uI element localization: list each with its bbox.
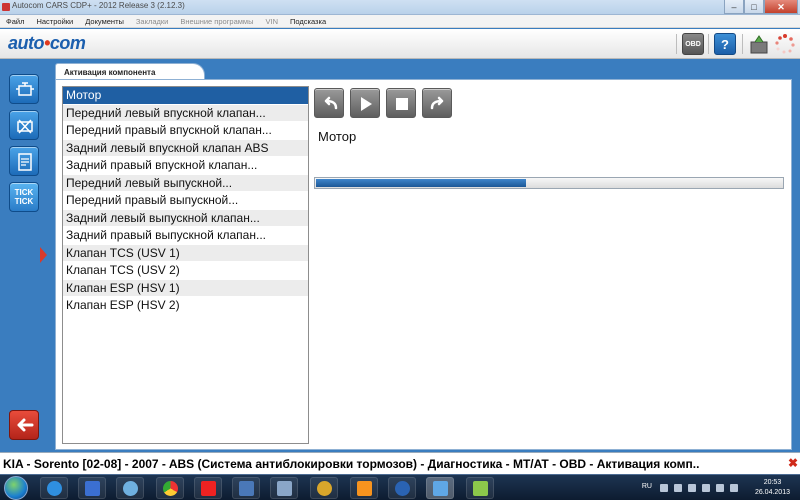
tray-network-icon[interactable] (716, 484, 724, 492)
taskbar-app-icon[interactable] (232, 477, 260, 499)
redo-button[interactable] (422, 88, 452, 118)
tray-volume-icon[interactable] (730, 484, 738, 492)
component-list-item[interactable]: Задний правый выпускной клапан... (63, 227, 308, 245)
maximize-button[interactable]: □ (744, 0, 764, 14)
sidebar-erase-button[interactable] (9, 110, 39, 140)
menu-vin[interactable]: VIN (265, 17, 278, 26)
play-button[interactable] (350, 88, 380, 118)
stop-icon (396, 98, 408, 110)
component-list-item[interactable]: Клапан TCS (USV 1) (63, 244, 308, 262)
help-icon[interactable]: ? (714, 33, 736, 55)
minimize-button[interactable]: – (724, 0, 744, 14)
activation-progress-bar (314, 177, 784, 189)
taskbar-autocom-icon[interactable] (426, 477, 454, 499)
autocom-logo: auto•com (8, 33, 86, 53)
active-indicator-arrow (40, 247, 47, 263)
component-list-item[interactable]: Клапан ESP (HSV 1) (63, 279, 308, 297)
component-list-item[interactable]: Клапан ESP (HSV 2) (63, 297, 308, 315)
taskbar-app-icon[interactable] (388, 477, 416, 499)
taskbar-app-icon[interactable] (310, 477, 338, 499)
toolbar-separator (708, 34, 709, 54)
menu-file[interactable]: Файл (6, 17, 24, 26)
tray-icon[interactable] (674, 484, 682, 492)
sidebar-engine-button[interactable] (9, 74, 39, 104)
store-icon[interactable] (748, 33, 770, 55)
toolbar: auto•com OBD ? (0, 29, 800, 59)
taskbar-yandex-icon[interactable] (194, 477, 222, 499)
component-list-item[interactable]: Задний левый впускной клапан ABS (63, 139, 308, 157)
engine-erase-icon (17, 119, 33, 134)
component-list-item[interactable]: Задний правый впускной клапан... (63, 157, 308, 175)
menu-documents[interactable]: Документы (85, 17, 124, 26)
component-list-item[interactable]: Клапан TCS (USV 2) (63, 262, 308, 280)
status-breadcrumb: KIA - Sorento [02-08] - 2007 - ABS (Сист… (3, 457, 700, 471)
close-button[interactable]: ✕ (764, 0, 798, 14)
taskbar-clock[interactable]: 20:53 26.04.2013 (755, 478, 790, 498)
back-button[interactable] (9, 410, 39, 440)
start-button[interactable] (4, 476, 28, 500)
component-list-item[interactable]: Задний левый выпускной клапан... (63, 209, 308, 227)
menu-help[interactable]: Подсказка (290, 17, 326, 26)
play-icon (361, 97, 372, 111)
component-list-item[interactable]: Передний левый впускной клапан... (63, 104, 308, 122)
status-bar: KIA - Sorento [02-08] - 2007 - ABS (Сист… (0, 452, 800, 474)
language-indicator[interactable]: RU (642, 483, 652, 490)
playback-controls (314, 88, 458, 118)
tick-tick-label: TICK TICK (14, 188, 34, 206)
taskbar-chrome-icon[interactable] (156, 477, 184, 499)
back-arrow-icon (17, 418, 34, 432)
undo-icon (324, 96, 338, 110)
menu-settings[interactable]: Настройки (36, 17, 73, 26)
title-bar: Autocom CARS CDP+ - 2012 Release 3 (2.12… (0, 0, 800, 15)
toolbar-separator (742, 34, 743, 54)
tray-icon[interactable] (688, 484, 696, 492)
busy-spinner-icon (774, 33, 796, 55)
taskbar-app-icon[interactable] (466, 477, 494, 499)
taskbar-ie-icon[interactable] (40, 477, 68, 499)
selected-component-name: Мотор (318, 129, 357, 144)
taskbar-media-icon[interactable] (78, 477, 106, 499)
menu-bookmarks[interactable]: Закладки (136, 17, 168, 26)
data-sheet-icon (18, 153, 32, 171)
engine-icon (16, 82, 34, 96)
sidebar-data-button[interactable] (9, 146, 39, 176)
progress-fill (316, 179, 526, 187)
component-list-item[interactable]: Передний правый выпускной... (63, 192, 308, 210)
component-list[interactable]: Мотор Передний левый впускной клапан... Пе… (62, 86, 309, 444)
windows-taskbar: RU 20:53 26.04.2013 (0, 474, 800, 500)
component-list-item[interactable]: Передний левый выпускной... (63, 174, 308, 192)
menu-bar: Файл Настройки Документы Закладки Внешни… (0, 15, 800, 28)
left-sidebar: TICK TICK (0, 60, 50, 452)
menu-external-programs[interactable]: Внешние программы (180, 17, 253, 26)
redo-icon (430, 96, 444, 110)
tray-icon[interactable] (702, 484, 710, 492)
taskbar-odnoklassniki-icon[interactable] (350, 477, 378, 499)
component-list-item[interactable]: Передний правый впускной клапан... (63, 122, 308, 140)
toolbar-separator (676, 34, 677, 54)
window-controls: – □ ✕ (724, 0, 798, 14)
taskbar-app-icon[interactable] (116, 477, 144, 499)
obd-icon[interactable]: OBD (682, 33, 704, 55)
status-close-icon[interactable]: ✖ (788, 456, 798, 470)
app-icon (2, 3, 10, 11)
taskbar-volume-icon[interactable] (270, 477, 298, 499)
tab-component-activation[interactable]: Активация компонента (55, 63, 205, 80)
component-list-item[interactable]: Мотор (63, 87, 308, 105)
undo-button[interactable] (314, 88, 344, 118)
tray-icon[interactable] (660, 484, 668, 492)
stop-button[interactable] (386, 88, 416, 118)
main-panel: Мотор Передний левый впускной клапан... Пе… (55, 79, 792, 450)
window-title: Autocom CARS CDP+ - 2012 Release 3 (2.12… (12, 1, 185, 10)
sidebar-activation-button[interactable]: TICK TICK (9, 182, 39, 212)
